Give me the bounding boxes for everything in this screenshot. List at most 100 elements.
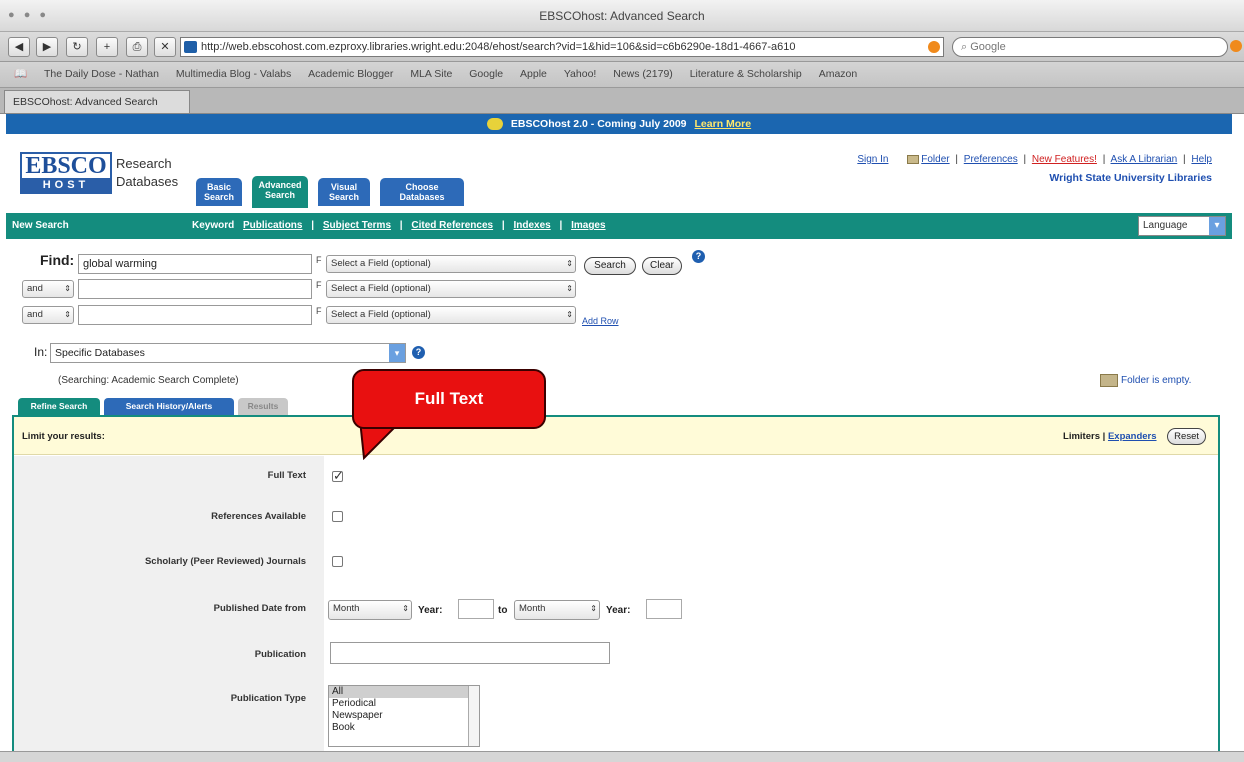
publications-link[interactable]: Publications: [243, 220, 302, 231]
help-icon[interactable]: ?: [692, 250, 705, 263]
pub-type-listbox[interactable]: All Periodical Newspaper Book: [328, 685, 480, 747]
list-item[interactable]: All: [329, 686, 479, 698]
preferences-link[interactable]: Preferences: [964, 154, 1018, 165]
rss-feed-icon[interactable]: [1230, 40, 1242, 52]
folder-link[interactable]: Folder: [921, 154, 949, 165]
browser-tab[interactable]: EBSCOhost: Advanced Search: [4, 90, 190, 113]
folder-status[interactable]: Folder is empty.: [1100, 374, 1191, 387]
reset-button[interactable]: Reset: [1167, 428, 1206, 445]
database-select[interactable]: Specific Databases ▾: [50, 343, 406, 363]
year-to-input[interactable]: [646, 599, 682, 619]
indexes-link[interactable]: Indexes: [513, 220, 550, 231]
bookmarks-icon[interactable]: 📖: [14, 68, 27, 80]
forward-button[interactable]: ▶: [36, 37, 58, 57]
database-value: Specific Databases: [55, 347, 145, 359]
expanders-link[interactable]: Expanders: [1108, 431, 1157, 442]
ask-librarian-link[interactable]: Ask A Librarian: [1111, 154, 1178, 165]
references-checkbox[interactable]: [332, 511, 343, 522]
bookmark-item[interactable]: Google: [469, 68, 503, 80]
search-input-3[interactable]: [78, 305, 312, 325]
full-text-checkbox[interactable]: [332, 468, 344, 484]
bookmark-item[interactable]: MLA Site: [410, 68, 452, 80]
field-select-1[interactable]: Select a Field (optional) ⇕: [326, 255, 576, 273]
publication-input[interactable]: [330, 642, 610, 664]
add-row-link[interactable]: Add Row: [582, 316, 619, 326]
new-search-link[interactable]: New Search: [12, 213, 69, 239]
year-from-input[interactable]: [458, 599, 494, 619]
operator-select-2[interactable]: and ⇕: [22, 280, 74, 298]
list-item[interactable]: Periodical: [329, 698, 479, 710]
tab-label: Search: [203, 192, 235, 202]
tab-choose-databases[interactable]: Choose Databases: [380, 178, 464, 206]
address-text: http://web.ebscohost.com.ezproxy.librari…: [201, 41, 796, 53]
pub-type-label: Publication Type: [230, 693, 306, 704]
help-icon[interactable]: ?: [412, 346, 425, 359]
in-label: In:: [34, 345, 48, 359]
stop-button[interactable]: ✕: [154, 37, 176, 57]
new-features-link[interactable]: New Features!: [1032, 154, 1097, 165]
address-bar[interactable]: http://web.ebscohost.com.ezproxy.librari…: [180, 37, 944, 57]
browser-window: ● ● ● EBSCOhost: Advanced Search ◀ ▶ ↻ +…: [0, 0, 1244, 762]
images-link[interactable]: Images: [571, 220, 605, 231]
field-glyph: F: [316, 280, 322, 290]
bookmark-item[interactable]: News (2179): [613, 68, 673, 80]
tab-advanced-search[interactable]: Advanced Search: [252, 176, 308, 208]
tab-visual-search[interactable]: Visual Search: [318, 178, 370, 206]
subject-terms-link[interactable]: Subject Terms: [323, 220, 391, 231]
back-button[interactable]: ◀: [8, 37, 30, 57]
chevron-updown-icon: ⇕: [64, 284, 71, 293]
bookmark-item[interactable]: Yahoo!: [564, 68, 597, 80]
field-select-3[interactable]: Select a Field (optional) ⇕: [326, 306, 576, 324]
bookmark-add-button[interactable]: +: [96, 37, 118, 57]
help-link[interactable]: Help: [1191, 154, 1212, 165]
logo-line-1: Research: [116, 156, 172, 171]
bookmark-item[interactable]: Apple: [520, 68, 547, 80]
list-item[interactable]: Book: [329, 722, 479, 734]
list-item[interactable]: Newspaper: [329, 710, 479, 722]
keyword-link[interactable]: Keyword: [192, 220, 234, 231]
scholarly-checkbox[interactable]: [332, 556, 343, 567]
link-separator: |: [399, 220, 403, 231]
tab-label: Databases: [399, 192, 445, 202]
tab-label: Advanced: [258, 180, 302, 190]
language-select[interactable]: Language ▾: [1138, 216, 1226, 236]
search-input-2[interactable]: [78, 279, 312, 299]
tab-label: Visual: [330, 182, 358, 192]
sign-in-link[interactable]: Sign In: [857, 154, 888, 165]
operator-select-3[interactable]: and ⇕: [22, 306, 74, 324]
search-input-1[interactable]: global warming: [78, 254, 312, 274]
bookmark-item[interactable]: The Daily Dose - Nathan: [44, 68, 159, 80]
bookmark-item[interactable]: Literature & Scholarship: [690, 68, 802, 80]
chevron-updown-icon: ⇕: [402, 604, 409, 613]
field-glyph: F: [316, 255, 322, 265]
folder-status-text: Folder is empty.: [1121, 375, 1192, 387]
tab-search-history[interactable]: Search History/Alerts: [104, 398, 234, 415]
bookmark-item[interactable]: Amazon: [819, 68, 858, 80]
limits-header: Limit your results: Limiters | Expanders…: [14, 417, 1218, 455]
bookmark-item[interactable]: Multimedia Blog - Valabs: [176, 68, 291, 80]
clear-button[interactable]: Clear: [642, 257, 682, 275]
publication-label: Publication: [254, 649, 306, 660]
operator-value: and: [27, 283, 43, 294]
limiters-label[interactable]: Limiters: [1063, 431, 1100, 442]
reload-button[interactable]: ↻: [66, 37, 88, 57]
tab-refine-search[interactable]: Refine Search: [18, 398, 100, 415]
month-to-select[interactable]: Month ⇕: [514, 600, 600, 620]
cited-references-link[interactable]: Cited References: [411, 220, 493, 231]
ebsco-logo[interactable]: EBSCO HOST: [20, 152, 112, 194]
search-button[interactable]: Search: [584, 257, 636, 275]
bookmark-item[interactable]: Academic Blogger: [308, 68, 393, 80]
print-button[interactable]: ⎙: [126, 37, 148, 57]
search-field[interactable]: ⌕ Google: [952, 37, 1228, 57]
chevron-down-icon: ▾: [389, 344, 405, 362]
link-separator: |: [1183, 154, 1186, 165]
tab-basic-search[interactable]: Basic Search: [196, 178, 242, 206]
pub-date-label: Published Date from: [213, 603, 306, 614]
month-from-select[interactable]: Month ⇕: [328, 600, 412, 620]
tab-results[interactable]: Results: [238, 398, 288, 415]
field-select-2[interactable]: Select a Field (optional) ⇕: [326, 280, 576, 298]
learn-more-link[interactable]: Learn More: [695, 118, 752, 130]
listbox-scrollbar[interactable]: [468, 686, 479, 746]
rss-icon[interactable]: [928, 41, 940, 53]
glasses-icon: [486, 118, 503, 131]
